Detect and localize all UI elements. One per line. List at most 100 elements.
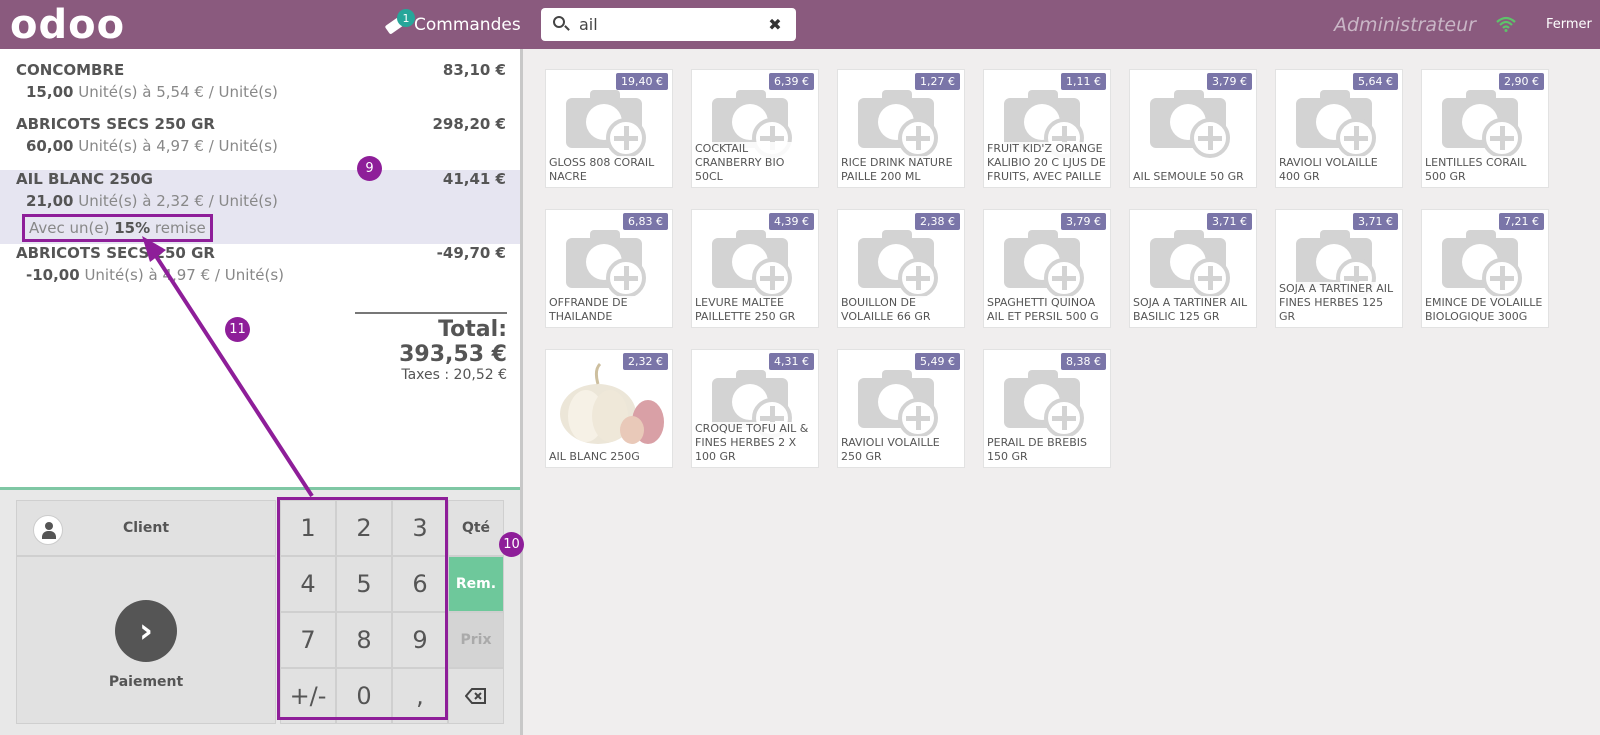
- orderline[interactable]: CONCOMBRE 83,10 € 15,00 Unité(s) à 5,54 …: [0, 49, 520, 103]
- product-card[interactable]: 5,49 € RAVIOLI VOLAILLE 250 GR: [837, 349, 965, 468]
- product-card[interactable]: 6,83 € OFFRANDE DE THAILANDE: [545, 209, 673, 328]
- odoo-logo: odoo: [10, 2, 126, 48]
- product-name: RICE DRINK NATURE PAILLE 200 ML: [841, 156, 961, 184]
- product-price: 3,79 €: [1061, 213, 1106, 230]
- chevron-right-icon: ›: [115, 600, 177, 662]
- payment-button[interactable]: › Paiement: [16, 556, 276, 724]
- product-price: 1,11 €: [1061, 73, 1106, 90]
- orderline-unit-price: Unité(s) à 5,54 € / Unité(s): [73, 83, 278, 101]
- product-card[interactable]: 3,79 € AIL SEMOULE 50 GR: [1129, 69, 1257, 188]
- orderline-qty: 15,00: [26, 83, 74, 101]
- discount-value: 15%: [114, 219, 151, 237]
- numpad-key-sign[interactable]: +/-: [280, 668, 336, 724]
- product-name: FRUIT KID'Z ORANGE KALIBIO 20 C LJUS DE …: [987, 142, 1107, 184]
- client-button[interactable]: Client: [16, 500, 276, 556]
- product-name: CROQUE TOFU AIL & FINES HERBES 2 X 100 G…: [695, 422, 815, 464]
- orders-count-badge: 1: [397, 9, 415, 27]
- product-name: PERAIL DE BREBIS 150 GR: [987, 436, 1107, 464]
- product-card[interactable]: 2,90 € LENTILLES CORAIL 500 GR: [1421, 69, 1549, 188]
- orderline-info: 60,00 Unité(s) à 4,97 € / Unité(s): [26, 137, 278, 155]
- mode-discount-button[interactable]: Rem.: [448, 556, 504, 612]
- numpad-key-3[interactable]: 3: [392, 500, 448, 556]
- camera-plus-icon: [1442, 88, 1526, 158]
- orderline[interactable]: ABRICOTS SECS 250 GR -49,70 € -10,00 Uni…: [0, 244, 520, 304]
- product-card[interactable]: 8,38 € PERAIL DE BREBIS 150 GR: [983, 349, 1111, 468]
- numpad-key-8[interactable]: 8: [336, 612, 392, 668]
- orderline-unit-price: Unité(s) à 4,97 € / Unité(s): [73, 137, 278, 155]
- close-button[interactable]: Fermer: [1546, 17, 1592, 32]
- discount-info: Avec un(e) 15% remise: [22, 214, 213, 242]
- product-price: 2,90 €: [1499, 73, 1544, 90]
- product-price: 6,39 €: [769, 73, 814, 90]
- camera-plus-icon: [1442, 228, 1526, 298]
- numpad-key-4[interactable]: 4: [280, 556, 336, 612]
- order-total: Total: 393,53 €: [399, 317, 507, 367]
- product-card[interactable]: 4,31 € CROQUE TOFU AIL & FINES HERBES 2 X…: [691, 349, 819, 468]
- product-card[interactable]: 1,27 € RICE DRINK NATURE PAILLE 200 ML: [837, 69, 965, 188]
- orderline-qty: 21,00: [26, 192, 74, 210]
- orderline-info: -10,00 Unité(s) à 4,97 € / Unité(s): [26, 266, 284, 284]
- numpad-key-9[interactable]: 9: [392, 612, 448, 668]
- product-name: SOJA A TARTINER AIL BASILIC 125 GR: [1133, 296, 1253, 324]
- search-icon: [551, 14, 573, 36]
- clear-search-icon[interactable]: ✖: [764, 14, 786, 36]
- product-card[interactable]: 5,64 € RAVIOLI VOLAILLE 400 GR: [1275, 69, 1403, 188]
- backspace-button[interactable]: [448, 668, 504, 724]
- order-taxes: Taxes : 20,52 €: [401, 367, 507, 383]
- product-card[interactable]: 2,38 € BOUILLON DE VOLAILLE 66 GR: [837, 209, 965, 328]
- product-name: EMINCE DE VOLAILLE BIOLOGIQUE 300G: [1425, 296, 1545, 324]
- orderline-qty: -10,00: [26, 266, 80, 284]
- numpad-key-5[interactable]: 5: [336, 556, 392, 612]
- product-price: 3,71 €: [1353, 213, 1398, 230]
- product-name: SPAGHETTI QUINOA AIL ET PERSIL 500 G: [987, 296, 1107, 324]
- user-icon: [33, 515, 63, 545]
- camera-plus-icon: [1004, 368, 1088, 438]
- product-price: 5,64 €: [1353, 73, 1398, 90]
- product-price: 6,83 €: [623, 213, 668, 230]
- numpad-key-1[interactable]: 1: [280, 500, 336, 556]
- orderline-selected[interactable]: AIL BLANC 250G 41,41 € 21,00 Unité(s) à …: [0, 170, 520, 244]
- numpad-key-2[interactable]: 2: [336, 500, 392, 556]
- search-input[interactable]: ail: [579, 15, 764, 34]
- product-price: 2,32 €: [623, 353, 668, 370]
- product-price: 8,38 €: [1061, 353, 1106, 370]
- search-box[interactable]: ail ✖: [541, 8, 796, 41]
- orderlines-list: CONCOMBRE 83,10 € 15,00 Unité(s) à 5,54 …: [0, 49, 520, 487]
- client-label: Client: [122, 520, 170, 536]
- product-price: 4,39 €: [769, 213, 814, 230]
- orderline[interactable]: ABRICOTS SECS 250 GR 298,20 € 60,00 Unit…: [0, 103, 520, 158]
- product-name: BOUILLON DE VOLAILLE 66 GR: [841, 296, 961, 324]
- product-card[interactable]: 2,32 € AIL BLANC 250G: [545, 349, 673, 468]
- orderline-info: 15,00 Unité(s) à 5,54 € / Unité(s): [26, 83, 278, 101]
- ticket-icon: 1: [384, 9, 415, 35]
- product-card[interactable]: 19,40 € GLOSS 808 CORAIL NACRE: [545, 69, 673, 188]
- product-card[interactable]: 3,71 € SOJA A TARTINER AIL FINES HERBES 1…: [1275, 209, 1403, 328]
- order-summary: Total: 393,53 € Taxes : 20,52 €: [355, 312, 507, 383]
- product-grid: 19,40 € GLOSS 808 CORAIL NACRE 6,39 € COCKT…: [523, 49, 1600, 735]
- payment-label: Paiement: [108, 674, 184, 690]
- product-price: 4,31 €: [769, 353, 814, 370]
- orderline-unit-price: Unité(s) à 2,32 € / Unité(s): [73, 192, 278, 210]
- product-name: LENTILLES CORAIL 500 GR: [1425, 156, 1545, 184]
- product-name: RAVIOLI VOLAILLE 400 GR: [1279, 156, 1399, 184]
- product-card[interactable]: 6,39 € COCKTAIL CRANBERRY BIO 50CL: [691, 69, 819, 188]
- backspace-icon: [465, 688, 486, 704]
- numpad-key-0[interactable]: 0: [336, 668, 392, 724]
- product-card[interactable]: 3,79 € SPAGHETTI QUINOA AIL ET PERSIL 500…: [983, 209, 1111, 328]
- annotation-badge-9: 9: [357, 156, 382, 181]
- mode-quantity-button[interactable]: Qté: [448, 500, 504, 556]
- camera-plus-icon: [1004, 228, 1088, 298]
- numpad-key-6[interactable]: 6: [392, 556, 448, 612]
- control-pads: Client › Paiement 1 2 3 Qté 4 5 6 Rem. 7…: [0, 487, 520, 735]
- camera-plus-icon: [566, 88, 650, 158]
- orders-button[interactable]: 1 Commandes: [384, 9, 521, 38]
- numpad-key-comma[interactable]: ,: [392, 668, 448, 724]
- product-card[interactable]: 3,71 € SOJA A TARTINER AIL BASILIC 125 GR: [1129, 209, 1257, 328]
- numpad-key-7[interactable]: 7: [280, 612, 336, 668]
- product-card[interactable]: 4,39 € LEVURE MALTEE PAILLETTE 250 GR: [691, 209, 819, 328]
- top-bar: odoo 1 Commandes ail ✖ Administrateur Fe…: [0, 0, 1600, 49]
- mode-price-button[interactable]: Prix: [448, 612, 504, 668]
- orderline-total: 298,20 €: [432, 115, 506, 133]
- product-card[interactable]: 1,11 € FRUIT KID'Z ORANGE KALIBIO 20 C LJ…: [983, 69, 1111, 188]
- product-card[interactable]: 7,21 € EMINCE DE VOLAILLE BIOLOGIQUE 300G: [1421, 209, 1549, 328]
